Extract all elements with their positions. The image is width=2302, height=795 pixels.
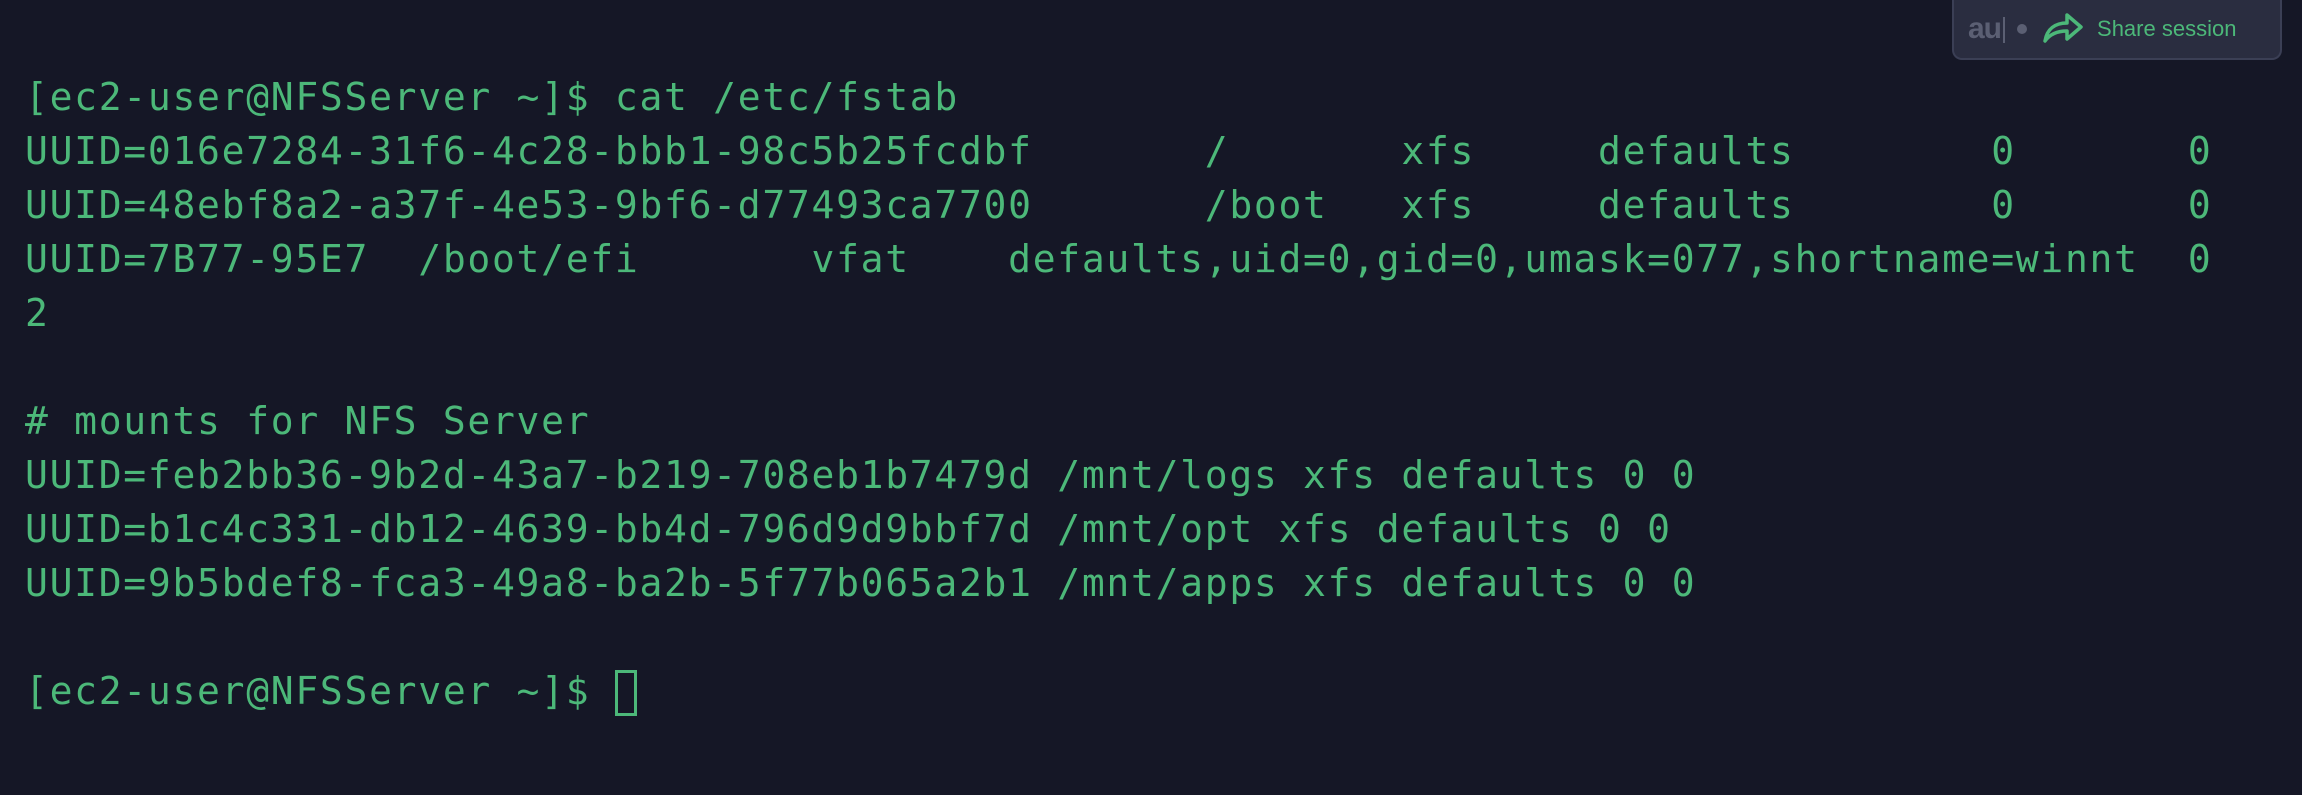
terminal-line: UUID=feb2bb36-9b2d-43a7-b219-708eb1b7479… (25, 453, 1697, 497)
terminal-line: UUID=b1c4c331-db12-4639-bb4d-796d9d9bbf7… (25, 507, 1672, 551)
separator-dot (2017, 24, 2028, 34)
terminal-line: UUID=016e7284-31f6-4c28-bbb1-98c5b25fcdb… (25, 129, 2213, 173)
share-session-label: Share session (2097, 16, 2237, 41)
prompt-text: [ec2-user@NFSServer ~]$ (25, 669, 615, 713)
share-session-widget: au Share session (1952, 0, 2282, 60)
share-arrow-icon (2041, 9, 2085, 50)
au-logo-text: au (1968, 12, 2002, 45)
share-session-button[interactable]: Share session (2041, 9, 2236, 50)
au-logo-bar (2003, 17, 2006, 44)
terminal-line: [ec2-user@NFSServer ~]$ cat /etc/fstab (25, 75, 959, 119)
terminal-line: UUID=48ebf8a2-a37f-4e53-9bf6-d77493ca770… (25, 183, 2213, 227)
terminal-line: UUID=7B77-95E7 /boot/efi vfat defaults,u… (25, 237, 2213, 281)
prompt-line[interactable]: [ec2-user@NFSServer ~]$ (25, 664, 2302, 718)
terminal-line: # mounts for NFS Server (25, 399, 591, 443)
terminal-window[interactable]: [ec2-user@NFSServer ~]$ cat /etc/fstab U… (0, 0, 2302, 795)
au-logo: au (1968, 12, 2006, 46)
terminal-cursor (614, 670, 637, 716)
terminal-line: 2 (25, 291, 50, 335)
terminal-line: UUID=9b5bdef8-fca3-49a8-ba2b-5f77b065a2b… (25, 561, 1697, 605)
